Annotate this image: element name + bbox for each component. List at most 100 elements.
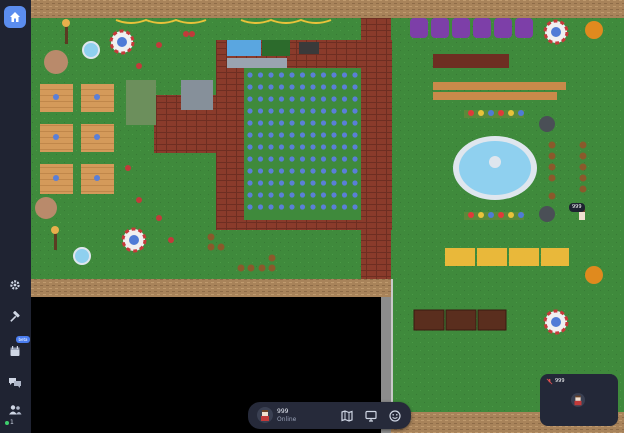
blue-flower (320, 156, 327, 162)
blue-flower (268, 144, 274, 150)
blue-flower (247, 144, 253, 150)
player-name-tag: 999 (569, 203, 585, 212)
tent (543, 309, 569, 335)
blue-flower (320, 168, 327, 174)
blue-flower (299, 180, 306, 186)
blue-flower (320, 132, 327, 138)
people-icon (9, 405, 22, 415)
game-map[interactable] (31, 0, 624, 433)
blue-flower (278, 84, 285, 90)
blue-flower (289, 180, 295, 186)
home-button[interactable] (4, 6, 26, 28)
blue-flower (247, 156, 253, 162)
user-avatar-icon (257, 407, 273, 423)
blue-flower (268, 84, 274, 90)
lamp-light (62, 19, 70, 27)
bench (433, 82, 566, 90)
blue-flower (278, 132, 285, 138)
emoji-button[interactable] (388, 409, 402, 423)
blue-flower (257, 120, 264, 126)
blue-flower (289, 120, 295, 126)
blue-flower (257, 192, 264, 198)
middle-wall (31, 279, 391, 297)
blue-flower (289, 144, 295, 150)
blue-flower (299, 132, 306, 138)
blue-flower (257, 108, 264, 114)
gear-icon (10, 280, 20, 290)
blue-flower (320, 144, 327, 150)
blue-flower (289, 108, 295, 114)
blue-flower (352, 192, 358, 198)
blue-flower (331, 120, 337, 126)
blue-flower (299, 144, 306, 150)
blue-flower (352, 156, 358, 162)
blue-flower (331, 108, 337, 114)
blue-flower (278, 204, 285, 210)
blue-flower (310, 108, 316, 114)
stone-well (539, 206, 555, 222)
crate-row (433, 54, 509, 68)
central-fountain (453, 136, 537, 200)
user-avatar[interactable] (257, 407, 273, 423)
blue-flower (247, 180, 253, 186)
blue-flower (299, 156, 306, 162)
blue-flower (331, 180, 337, 186)
blue-flower (247, 84, 253, 90)
blue-flower (268, 168, 274, 174)
blue-flower (341, 132, 348, 138)
blue-flower (268, 192, 274, 198)
blue-flower (331, 72, 337, 78)
hay-bales (445, 248, 569, 266)
screen-share-icon (365, 410, 377, 422)
blue-flower (299, 192, 306, 198)
blue-flower (352, 84, 358, 90)
blue-flower (278, 192, 285, 198)
blue-flower (257, 204, 264, 210)
blue-flower (331, 84, 337, 90)
blue-flower (278, 96, 285, 102)
settings-button[interactable] (7, 277, 23, 293)
blue-flower (247, 132, 253, 138)
blue-flower (257, 168, 264, 174)
autumn-tree (585, 266, 603, 284)
blue-flower (268, 180, 274, 186)
blue-flower (247, 120, 253, 126)
screen-share-button[interactable] (364, 409, 378, 423)
blue-flower (352, 168, 358, 174)
blue-flower (268, 132, 274, 138)
build-button[interactable] (7, 309, 23, 325)
blue-flower (268, 156, 274, 162)
hammer-icon (10, 311, 20, 322)
blue-flower (320, 96, 327, 102)
blue-flower (289, 84, 295, 90)
bottom-control-bar: 999 Online (248, 402, 411, 429)
blue-flower (341, 168, 348, 174)
blue-flower (310, 192, 316, 198)
chat-bubbles-icon (9, 378, 21, 388)
blue-flower (341, 204, 348, 210)
chat-button[interactable] (7, 374, 23, 390)
blue-flower (247, 168, 253, 174)
blue-flower (341, 72, 348, 78)
calendar-button[interactable] (7, 343, 23, 359)
blue-flower (257, 96, 264, 102)
blue-flower (278, 156, 285, 162)
participant-mini-panel[interactable]: 999 (540, 374, 618, 426)
blue-flower (299, 204, 306, 210)
participants-button[interactable] (7, 402, 23, 418)
blue-flower (310, 132, 316, 138)
blue-flower (278, 72, 285, 78)
blue-flower (352, 144, 358, 150)
muted-mic-icon (546, 378, 553, 385)
blue-flower (299, 72, 306, 78)
blue-flower (310, 72, 316, 78)
map-button[interactable] (340, 409, 354, 423)
blue-flower (320, 72, 327, 78)
blue-flower (341, 156, 348, 162)
blue-flower (268, 204, 274, 210)
garden-plots (413, 309, 507, 331)
blue-flower (247, 72, 253, 78)
blue-flower (299, 96, 306, 102)
flower-bed (464, 110, 524, 118)
blue-flower (341, 180, 348, 186)
